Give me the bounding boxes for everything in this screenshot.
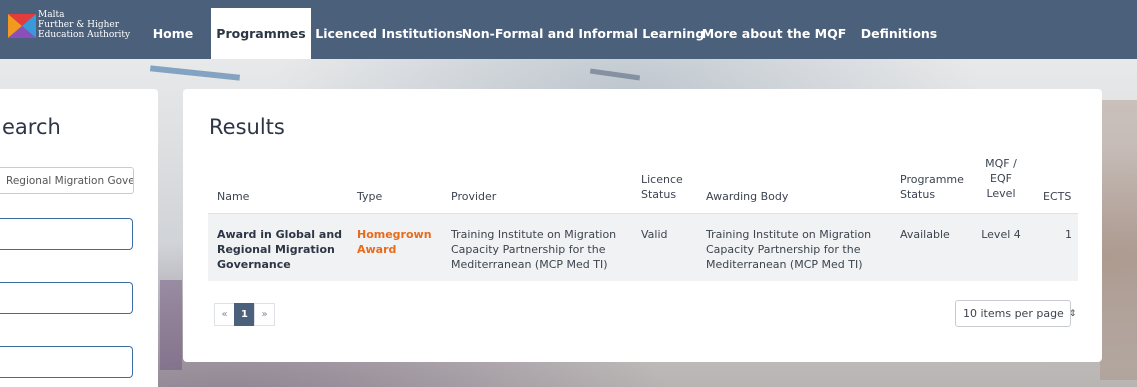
- row-ects: 1: [1065, 228, 1072, 241]
- cell-line: Homegrown: [357, 228, 432, 241]
- filter-field[interactable]: [0, 218, 133, 250]
- pagination-prev-button[interactable]: «: [214, 303, 235, 326]
- header-line: Licence: [641, 173, 683, 186]
- column-header-level[interactable]: MQF / EQF Level: [984, 156, 1018, 201]
- search-title: earch: [2, 115, 61, 139]
- column-header-provider[interactable]: Provider: [451, 189, 496, 204]
- nav-licenced-institutions[interactable]: Licenced Institutions: [315, 8, 463, 59]
- row-name-link[interactable]: Award in Global and Regional Migration G…: [217, 227, 342, 272]
- row-type: Homegrown Award: [357, 227, 432, 257]
- logo-text: Malta Further & Higher Education Authori…: [38, 10, 130, 40]
- items-per-page-select[interactable]: 10 items per page ⇕: [955, 300, 1076, 327]
- cell-line: Regional Migration: [217, 243, 335, 256]
- pagination: « 1 »: [214, 303, 275, 326]
- nav-definitions[interactable]: Definitions: [861, 8, 938, 59]
- header-line: EQF: [990, 172, 1012, 185]
- filter-field[interactable]: [0, 346, 133, 378]
- row-programme-status: Available: [900, 228, 950, 241]
- column-header-awarding-body[interactable]: Awarding Body: [706, 189, 788, 204]
- row-provider: Training Institute on Migration Capacity…: [451, 227, 616, 272]
- filter-field[interactable]: [0, 282, 133, 314]
- cell-line: Mediterranean (MCP Med TI): [451, 258, 608, 271]
- pagination-page-button[interactable]: 1: [234, 303, 255, 326]
- background-decoration: [160, 280, 182, 370]
- top-navigation: Malta Further & Higher Education Authori…: [0, 0, 1137, 59]
- header-line: Status: [641, 188, 677, 201]
- column-header-programme-status[interactable]: Programme Status: [900, 172, 964, 202]
- search-input[interactable]: Regional Migration Gove: [0, 167, 134, 194]
- cell-line: Training Institute on Migration: [706, 228, 872, 241]
- logo-mark-icon: [8, 14, 36, 38]
- row-level: Level 4: [981, 228, 1021, 241]
- items-per-page-value: 10 items per page: [963, 307, 1064, 320]
- cell-line: Award in Global and: [217, 228, 343, 241]
- column-header-ects[interactable]: ECTS: [1043, 189, 1071, 204]
- cell-line: Mediterranean (MCP Med TI): [706, 258, 863, 271]
- column-header-name[interactable]: Name: [217, 189, 249, 204]
- row-licence-status: Valid: [641, 228, 668, 241]
- logo-line: Education Authority: [38, 30, 131, 40]
- header-line: MQF /: [985, 157, 1017, 170]
- nav-programmes[interactable]: Programmes: [211, 8, 311, 59]
- header-line: Level: [986, 187, 1016, 200]
- column-header-type[interactable]: Type: [357, 189, 382, 204]
- logo-line: Malta: [38, 10, 65, 20]
- background-decoration: [1100, 100, 1137, 380]
- logo-line: Further & Higher: [38, 20, 120, 30]
- row-awarding-body: Training Institute on Migration Capacity…: [706, 227, 871, 272]
- cell-line: Capacity Partnership for the: [706, 243, 861, 256]
- header-line: Status: [900, 188, 936, 201]
- cell-line: Award: [357, 243, 397, 256]
- pagination-next-button[interactable]: »: [254, 303, 275, 326]
- nav-home[interactable]: Home: [148, 8, 198, 59]
- nav-more-about-mqf[interactable]: More about the MQF: [702, 8, 847, 59]
- nav-non-formal-learning[interactable]: Non-Formal and Informal Learning: [462, 8, 705, 59]
- header-line: Programme: [900, 173, 964, 186]
- mfhea-logo[interactable]: Malta Further & Higher Education Authori…: [8, 10, 148, 44]
- cell-line: Capacity Partnership for the: [451, 243, 606, 256]
- column-header-licence-status[interactable]: Licence Status: [641, 172, 683, 202]
- results-title: Results: [209, 115, 285, 139]
- cell-line: Training Institute on Migration: [451, 228, 617, 241]
- select-caret-icon: ⇕: [1068, 308, 1077, 319]
- cell-line: Governance: [217, 258, 291, 271]
